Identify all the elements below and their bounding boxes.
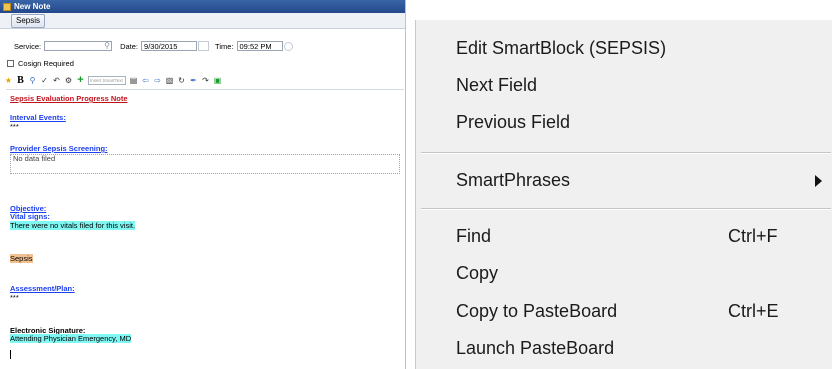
find-icon[interactable]: ⚲ [28,76,37,85]
assessment-heading: Assessment/Plan: [10,284,75,293]
spellcheck-icon[interactable]: ✓ [40,76,49,85]
refresh-icon[interactable]: ↻ [177,76,186,85]
menu-separator [421,152,831,154]
context-menu: Edit SmartBlock (SEPSIS) Next Field Prev… [415,20,832,369]
menu-item-smartphrases[interactable]: SmartPhrases [456,170,570,191]
clock-icon[interactable] [283,41,293,51]
edit-pen-icon[interactable]: ✒ [189,76,198,85]
new-note-window: New Note Sepsis Service: ⚲ Date: 9/30/20… [0,0,406,369]
next-field-icon[interactable]: ⇨ [153,76,162,85]
submenu-arrow-icon [815,175,822,187]
menu-item-edit-smartblock[interactable]: Edit SmartBlock (SEPSIS) [456,38,666,59]
image-icon[interactable]: ▣ [213,76,222,85]
undo-icon[interactable]: ↶ [52,76,61,85]
smartlist-icon[interactable]: ▤ [129,76,138,85]
interval-events-value[interactable]: *** [10,122,19,131]
calendar-icon[interactable] [198,41,210,51]
menu-item-previous-field[interactable]: Previous Field [456,112,570,133]
menu-item-launch-pasteboard[interactable]: Launch PasteBoard [456,338,614,359]
window-title-bar: New Note [0,0,405,13]
insert-smarttext-input[interactable]: Insert SmartText [88,76,126,85]
cosign-row: Cosign Required [7,59,74,68]
find-shortcut: Ctrl+F [728,226,778,246]
time-field[interactable]: 09:52 PM [236,41,283,51]
screening-smartblock[interactable]: No data filed [10,154,400,174]
screening-value: No data filed [13,154,56,163]
menu-separator [421,208,831,210]
menu-item-next-field[interactable]: Next Field [456,75,537,96]
note-icon [3,2,11,11]
time-label: Time: [215,41,234,51]
date-label: Date: [120,41,139,51]
interval-events-heading: Interval Events: [10,113,66,122]
quick-action-icon[interactable]: ⚙ [64,76,73,85]
cosign-label: Cosign Required [18,59,74,68]
note-editor[interactable]: Sepsis Evaluation Progress Note Interval… [6,89,404,368]
copy-paste-icon[interactable]: ▧ [165,76,174,85]
service-label: Service: [14,41,42,51]
service-row: Service: ⚲ Date: 9/30/2015 Time: 09:52 P… [14,40,293,52]
note-title: Sepsis Evaluation Progress Note [10,94,128,103]
vitals-value[interactable]: There were no vitals filed for this visi… [10,221,136,230]
window-title: New Note [14,2,51,11]
search-icon[interactable]: ⚲ [102,41,112,51]
date-field[interactable]: 9/30/2015 [141,41,198,51]
menu-item-copy-to-pasteboard[interactable]: Copy to PasteBoard [456,301,617,322]
insert-icon[interactable]: ↷ [201,76,210,85]
screening-heading: Provider Sepsis Screening: [10,144,108,153]
text-cursor [10,350,11,359]
tab-bar: Sepsis [0,13,405,29]
sepsis-smartblock[interactable]: Sepsis [10,254,33,263]
cosign-checkbox[interactable] [7,60,14,67]
signature-value[interactable]: Attending Physician Emergency, MD [10,334,132,343]
vitals-heading: Vital signs: [10,212,50,221]
bold-icon[interactable]: B [16,76,25,86]
tab-sepsis[interactable]: Sepsis [11,14,46,28]
editor-toolbar: ★ B ⚲ ✓ ↶ ⚙ + Insert SmartText ▤ ⇦ ⇨ ▧ ↻… [4,74,222,87]
copy-to-pasteboard-shortcut: Ctrl+E [728,301,779,321]
favorite-star-icon[interactable]: ★ [4,76,13,85]
add-icon[interactable]: + [76,75,85,86]
menu-item-copy[interactable]: Copy [456,263,498,284]
previous-field-icon[interactable]: ⇦ [141,76,150,85]
assessment-value[interactable]: *** [10,293,19,302]
menu-item-find[interactable]: Find [456,226,491,247]
